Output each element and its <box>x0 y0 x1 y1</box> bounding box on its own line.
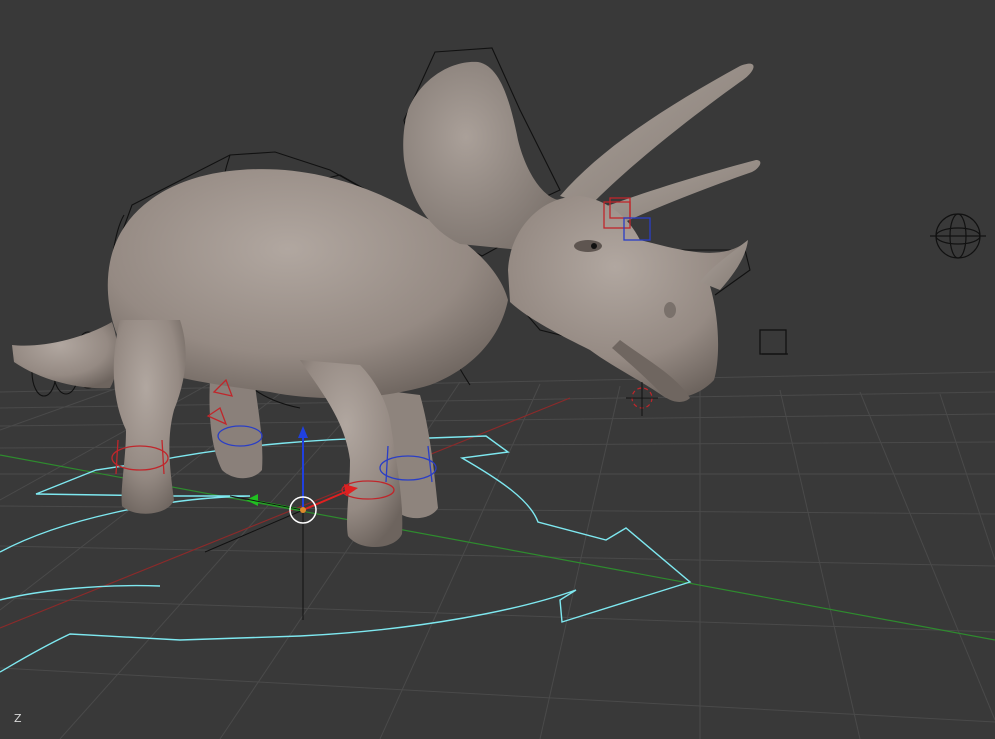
x-axis-line <box>0 397 571 629</box>
3d-viewport[interactable]: Z <box>0 0 995 739</box>
axis-indicator-label: Z <box>14 712 22 725</box>
camera-object[interactable] <box>759 329 788 355</box>
light-object[interactable] <box>930 213 986 259</box>
root-control-shape[interactable] <box>0 435 692 673</box>
viewport-canvas[interactable] <box>0 0 995 739</box>
